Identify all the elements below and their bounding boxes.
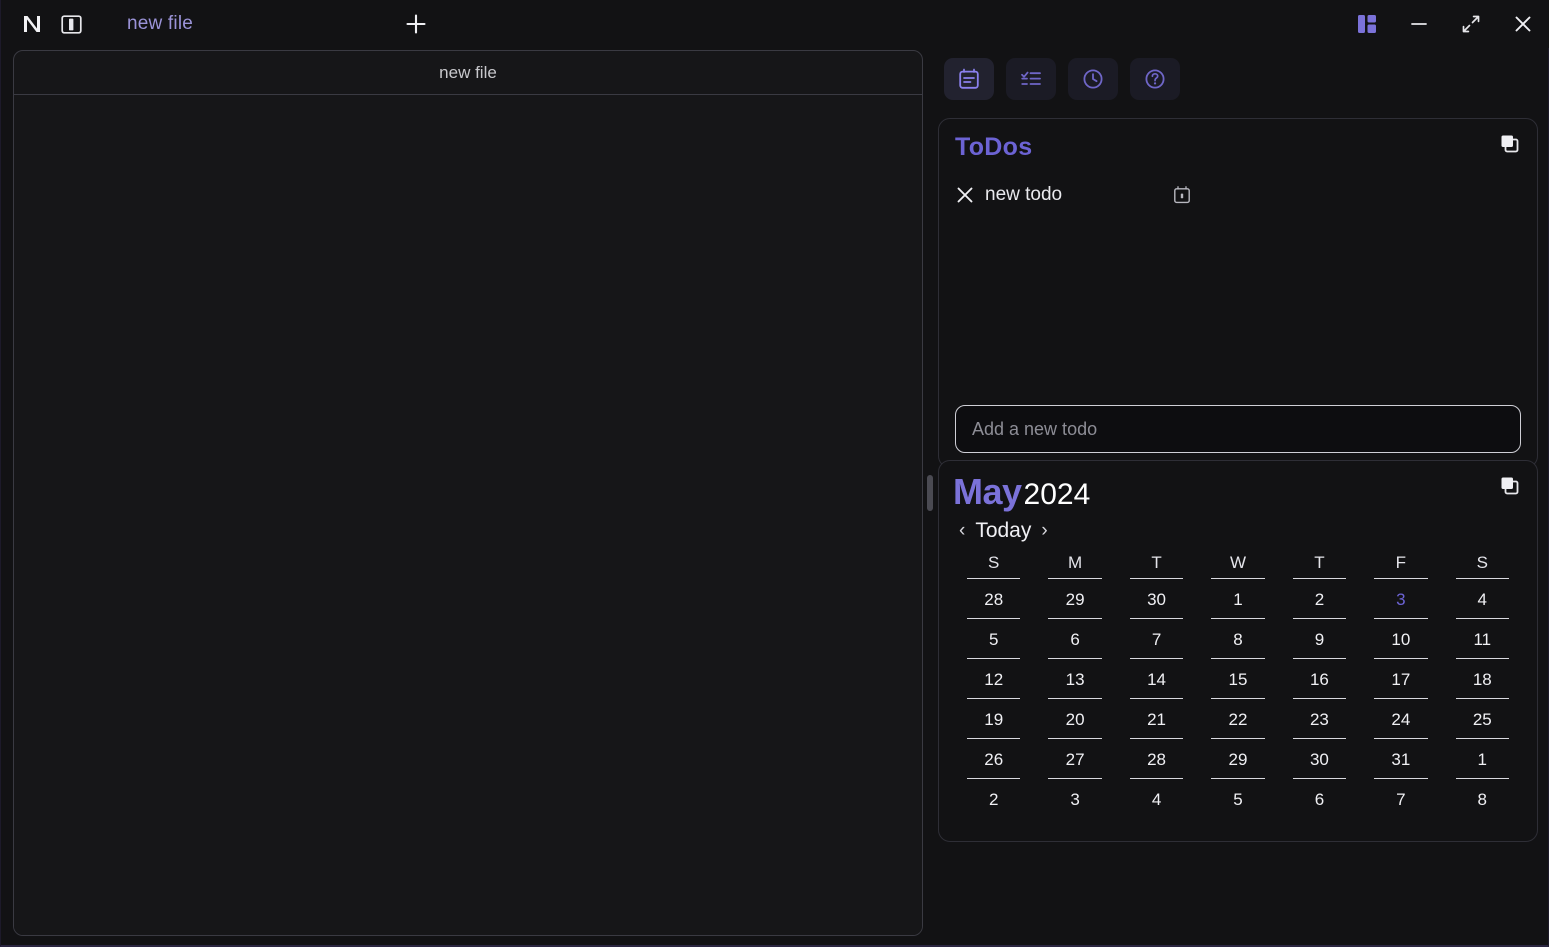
- calendar-day-header: T: [1129, 553, 1184, 579]
- help-icon: [1145, 69, 1165, 89]
- calendar-day-header: F: [1374, 553, 1428, 579]
- right-panel: ToDos new todo Add a new todo May 2024 ‹…: [938, 50, 1538, 936]
- editor-title: new file: [14, 51, 922, 95]
- calendar-day-cell[interactable]: 6: [1293, 779, 1346, 818]
- window-controls: [1352, 0, 1538, 48]
- calendar-day-header: S: [967, 553, 1021, 579]
- calendar-day-cell[interactable]: 8: [1211, 619, 1265, 659]
- tool-button-notes[interactable]: [944, 58, 994, 100]
- editor-pane: new file: [13, 50, 923, 936]
- calendar-day-cell[interactable]: 7: [1129, 619, 1184, 659]
- calendar-day-cell[interactable]: 25: [1455, 699, 1509, 739]
- calendar-day-header: M: [1048, 553, 1102, 579]
- calendar-day-cell[interactable]: 3: [1374, 579, 1428, 619]
- maximize-icon[interactable]: [1456, 9, 1486, 39]
- panel-splitter[interactable]: [922, 50, 938, 936]
- panel-toolbar: [938, 50, 1538, 100]
- calendar-day-cell[interactable]: 1: [1211, 579, 1265, 619]
- calendar-day-cell[interactable]: 1: [1455, 739, 1509, 779]
- clock-icon: [1083, 69, 1103, 89]
- tab-new-file[interactable]: new file: [121, 9, 199, 39]
- todo-item-label[interactable]: new todo: [985, 184, 1062, 206]
- calendar-nav: ‹ Today ›: [957, 519, 1523, 543]
- calendar-day-cell[interactable]: 9: [1292, 619, 1347, 659]
- calendar-day-cell[interactable]: 7: [1374, 779, 1427, 818]
- calendar-day-cell[interactable]: 16: [1292, 659, 1347, 699]
- calendar-day-cell[interactable]: 2: [967, 779, 1020, 818]
- calendar-month: May: [953, 471, 1022, 512]
- calendar-day-cell[interactable]: 30: [1129, 579, 1184, 619]
- calendar-day-cell[interactable]: 26: [967, 739, 1021, 779]
- calendar-day-cell[interactable]: 4: [1455, 579, 1509, 619]
- calendar-day-cell[interactable]: 28: [1129, 739, 1184, 779]
- calendar-day-cell[interactable]: 14: [1129, 659, 1184, 699]
- calendar-day-cell[interactable]: 30: [1292, 739, 1347, 779]
- title-bar: new file: [1, 0, 1549, 48]
- todo-list: new todo: [955, 180, 1521, 210]
- calendar-day-cell[interactable]: 15: [1211, 659, 1265, 699]
- calendar-day-cell[interactable]: 18: [1455, 659, 1509, 699]
- todos-copy-icon[interactable]: [1499, 133, 1521, 155]
- calendar-day-cell[interactable]: 12: [967, 659, 1021, 699]
- minimize-icon[interactable]: [1404, 9, 1434, 39]
- calendar-day-cell[interactable]: 13: [1048, 659, 1102, 699]
- tab-strip: new file: [121, 9, 199, 39]
- calendar-today-button[interactable]: Today: [975, 519, 1031, 543]
- tool-button-checklist[interactable]: [1006, 58, 1056, 100]
- splitter-grip[interactable]: [927, 475, 933, 511]
- calendar-day-cell[interactable]: 6: [1048, 619, 1102, 659]
- calendar-day-cell[interactable]: 3: [1048, 779, 1101, 818]
- todo-delete-icon[interactable]: [955, 185, 981, 205]
- app-window: new file new file ToDos new todo Add a n…: [0, 0, 1549, 947]
- todo-calendar-icon[interactable]: [1172, 185, 1192, 205]
- todos-card: ToDos new todo: [938, 118, 1538, 468]
- calendar-grid: S M T W T F S 28 29 30 1 2 3 4 5 6 7 8 9 10 11 12 13 14 15 16 17 18…: [953, 553, 1523, 818]
- calendar-year: 2024: [1023, 478, 1091, 511]
- calendar-card: May 2024 ‹ Today › S M T W T F S 28 29 30 1 2 3 4 5 6 7 8…: [938, 460, 1538, 842]
- calendar-day-cell[interactable]: 27: [1048, 739, 1102, 779]
- close-icon[interactable]: [1508, 9, 1538, 39]
- app-logo-n-icon: [19, 11, 45, 37]
- calendar-day-cell[interactable]: 24: [1374, 699, 1428, 739]
- calendar-day-cell[interactable]: 19: [967, 699, 1021, 739]
- calendar-day-cell[interactable]: 2: [1292, 579, 1347, 619]
- todo-input-wrapper: [955, 405, 1521, 453]
- calendar-day-cell[interactable]: 29: [1211, 739, 1265, 779]
- calendar-day-cell[interactable]: 28: [967, 579, 1021, 619]
- calendar-day-header: T: [1292, 553, 1347, 579]
- calendar-day-cell[interactable]: 10: [1374, 619, 1428, 659]
- calendar-header: May 2024: [953, 471, 1523, 513]
- checklist-icon: [1021, 71, 1041, 85]
- tool-button-clock[interactable]: [1068, 58, 1118, 100]
- calendar-day-header: S: [1455, 553, 1509, 579]
- calendar-day-cell[interactable]: 21: [1129, 699, 1184, 739]
- tool-button-help[interactable]: [1130, 58, 1180, 100]
- calendar-day-cell[interactable]: 22: [1211, 699, 1265, 739]
- calendar-day-cell[interactable]: 5: [1211, 779, 1264, 818]
- calendar-day-header: W: [1211, 553, 1265, 579]
- calendar-day-cell[interactable]: 31: [1374, 739, 1428, 779]
- notes-calendar-icon: [959, 68, 979, 89]
- todos-title: ToDos: [955, 133, 1033, 161]
- add-todo-input[interactable]: [955, 405, 1521, 453]
- calendar-day-cell[interactable]: 4: [1130, 779, 1183, 818]
- calendar-day-cell[interactable]: 17: [1374, 659, 1428, 699]
- calendar-prev-button[interactable]: ‹: [957, 520, 967, 542]
- calendar-day-cell[interactable]: 23: [1292, 699, 1347, 739]
- todo-item: new todo: [955, 180, 1521, 210]
- calendar-day-cell[interactable]: 29: [1048, 579, 1102, 619]
- calendar-day-cell[interactable]: 8: [1456, 779, 1509, 818]
- calendar-day-cell[interactable]: 5: [967, 619, 1021, 659]
- sidebar-toggle-icon[interactable]: [59, 12, 83, 36]
- calendar-next-button[interactable]: ›: [1039, 520, 1049, 542]
- new-tab-button[interactable]: [399, 7, 433, 41]
- calendar-copy-icon[interactable]: [1499, 475, 1521, 497]
- calendar-day-cell[interactable]: 11: [1455, 619, 1509, 659]
- editor-text-area[interactable]: [14, 95, 922, 935]
- layout-toggle-icon[interactable]: [1352, 9, 1382, 39]
- calendar-day-cell[interactable]: 20: [1048, 699, 1102, 739]
